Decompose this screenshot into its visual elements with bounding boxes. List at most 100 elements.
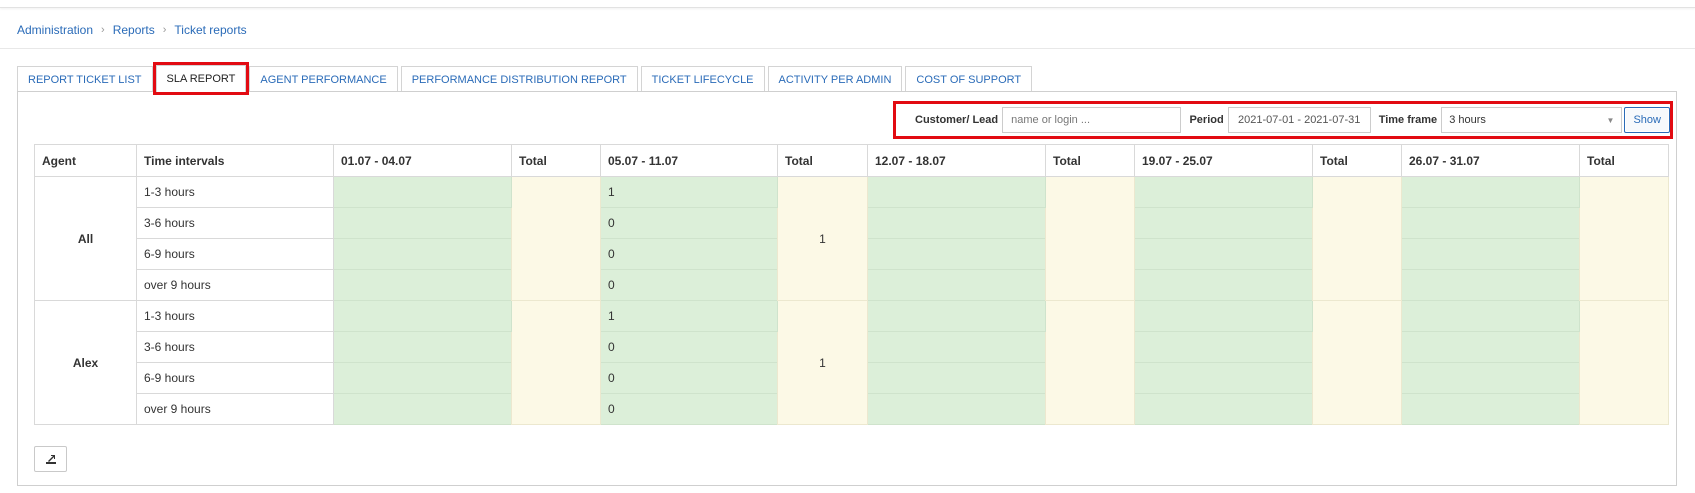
table-row: Alex 1-3 hours 1 1: [34, 300, 1669, 425]
total-cell: [1579, 300, 1669, 425]
header-total-4: Total: [1312, 144, 1402, 177]
tab-report-ticket-list[interactable]: REPORT TICKET LIST: [17, 66, 153, 92]
period-value-cell: 0: [600, 362, 778, 394]
breadcrumb-ticket-reports[interactable]: Ticket reports: [174, 23, 246, 37]
period-value-cell: [333, 300, 512, 332]
total-cell: [1045, 300, 1135, 425]
table-header-row: Agent Time intervals 01.07 - 04.07 Total…: [34, 144, 1669, 177]
period-value-cell: [1401, 176, 1580, 208]
period-value-cell: [1134, 393, 1313, 425]
export-button[interactable]: [34, 446, 67, 472]
timeframe-value: 3 hours: [1449, 114, 1486, 126]
period-value-cell: [1401, 362, 1580, 394]
header-period-4: 19.07 - 25.07: [1134, 144, 1313, 177]
tab-ticket-lifecycle[interactable]: TICKET LIFECYCLE: [640, 66, 765, 92]
filter-bar: Customer/ Lead Period Time frame 3 hours…: [893, 101, 1673, 139]
interval-cell: over 9 hours: [136, 393, 334, 425]
period-value-cell: [867, 207, 1046, 239]
period-value-cell: [1401, 393, 1580, 425]
period-value-cell: [867, 176, 1046, 208]
agent-cell: Alex: [34, 300, 137, 425]
header-total-3: Total: [1045, 144, 1135, 177]
interval-cell: 1-3 hours: [136, 300, 334, 332]
header-period-1: 01.07 - 04.07: [333, 144, 512, 177]
header-period-3: 12.07 - 18.07: [867, 144, 1046, 177]
period-label: Period: [1189, 114, 1224, 126]
period-value-cell: [333, 269, 512, 301]
tab-cost-of-support[interactable]: COST OF SUPPORT: [905, 66, 1033, 92]
customer-lead-input[interactable]: [1002, 107, 1182, 133]
tab-agent-performance[interactable]: AGENT PERFORMANCE: [249, 66, 398, 92]
total-cell: [511, 300, 601, 425]
interval-cell: 1-3 hours: [136, 176, 334, 208]
period-value-cell: 0: [600, 238, 778, 270]
header-time-intervals: Time intervals: [136, 144, 334, 177]
period-value-cell: [867, 238, 1046, 270]
period-input[interactable]: [1227, 107, 1371, 133]
interval-cell: 3-6 hours: [136, 331, 334, 363]
total-cell: [1312, 300, 1402, 425]
period-value-cell: [1401, 300, 1580, 332]
top-bar: [0, 0, 1695, 8]
period-value-cell: 0: [600, 269, 778, 301]
tab-sla-report[interactable]: SLA REPORT: [152, 62, 250, 95]
period-value-cell: [333, 331, 512, 363]
period-value-cell: [1401, 238, 1580, 270]
timeframe-select[interactable]: 3 hours ▼: [1441, 107, 1623, 133]
report-tabs: REPORT TICKET LIST SLA REPORT AGENT PERF…: [17, 62, 1035, 95]
total-cell: [1579, 176, 1669, 301]
interval-cell: 6-9 hours: [136, 362, 334, 394]
interval-cell: 3-6 hours: [136, 207, 334, 239]
period-value-cell: [1134, 331, 1313, 363]
tab-performance-distribution-report[interactable]: PERFORMANCE DISTRIBUTION REPORT: [400, 66, 638, 92]
period-value-cell: [1134, 300, 1313, 332]
period-value-cell: 0: [600, 331, 778, 363]
total-cell: [511, 176, 601, 301]
caret-down-icon: ▼: [1606, 115, 1615, 125]
chevron-right-icon: ›: [162, 24, 167, 36]
header-total-1: Total: [511, 144, 601, 177]
tab-activity-per-admin[interactable]: ACTIVITY PER ADMIN: [767, 66, 903, 92]
header-agent: Agent: [34, 144, 137, 177]
period-value-cell: [867, 362, 1046, 394]
sla-report-table: Agent Time intervals 01.07 - 04.07 Total…: [34, 144, 1669, 425]
period-value-cell: [1401, 269, 1580, 301]
breadcrumb-reports[interactable]: Reports: [113, 23, 155, 37]
total-cell: [1312, 176, 1402, 301]
header-period-5: 26.07 - 31.07: [1401, 144, 1580, 177]
period-value-cell: [333, 207, 512, 239]
header-total-5: Total: [1579, 144, 1669, 177]
chevron-right-icon: ›: [101, 24, 105, 36]
period-value-cell: [867, 300, 1046, 332]
period-value-cell: [1401, 331, 1580, 363]
period-value-cell: [333, 393, 512, 425]
period-value-cell: 0: [600, 207, 778, 239]
period-value-cell: [1134, 207, 1313, 239]
header-total-2: Total: [777, 144, 868, 177]
period-value-cell: [333, 238, 512, 270]
period-value-cell: [1134, 269, 1313, 301]
period-value-cell: [867, 269, 1046, 301]
breadcrumb-administration[interactable]: Administration: [17, 23, 93, 37]
period-value-cell: [333, 176, 512, 208]
show-button[interactable]: Show: [1624, 107, 1670, 133]
table-body: All 1-3 hours 1 1 3-6 hours 0 6-9 hours 0 over 9…: [34, 176, 1669, 425]
table-row: All 1-3 hours 1 1: [34, 176, 1669, 301]
period-value-cell: 0: [600, 393, 778, 425]
period-value-cell: [867, 393, 1046, 425]
period-value-cell: [1134, 176, 1313, 208]
period-value-cell: [1134, 362, 1313, 394]
interval-cell: over 9 hours: [136, 269, 334, 301]
period-value-cell: [333, 362, 512, 394]
total-cell: 1: [777, 300, 868, 425]
period-value-cell: 1: [600, 176, 778, 208]
agent-cell: All: [34, 176, 137, 301]
breadcrumb-divider: [0, 48, 1695, 49]
timeframe-label: Time frame: [1378, 114, 1438, 126]
period-value-cell: 1: [600, 300, 778, 332]
customer-lead-label: Customer/ Lead: [915, 114, 999, 126]
interval-cell: 6-9 hours: [136, 238, 334, 270]
breadcrumb: Administration › Reports › Ticket report…: [17, 22, 247, 38]
total-cell: 1: [777, 176, 868, 301]
export-icon: [45, 454, 56, 464]
